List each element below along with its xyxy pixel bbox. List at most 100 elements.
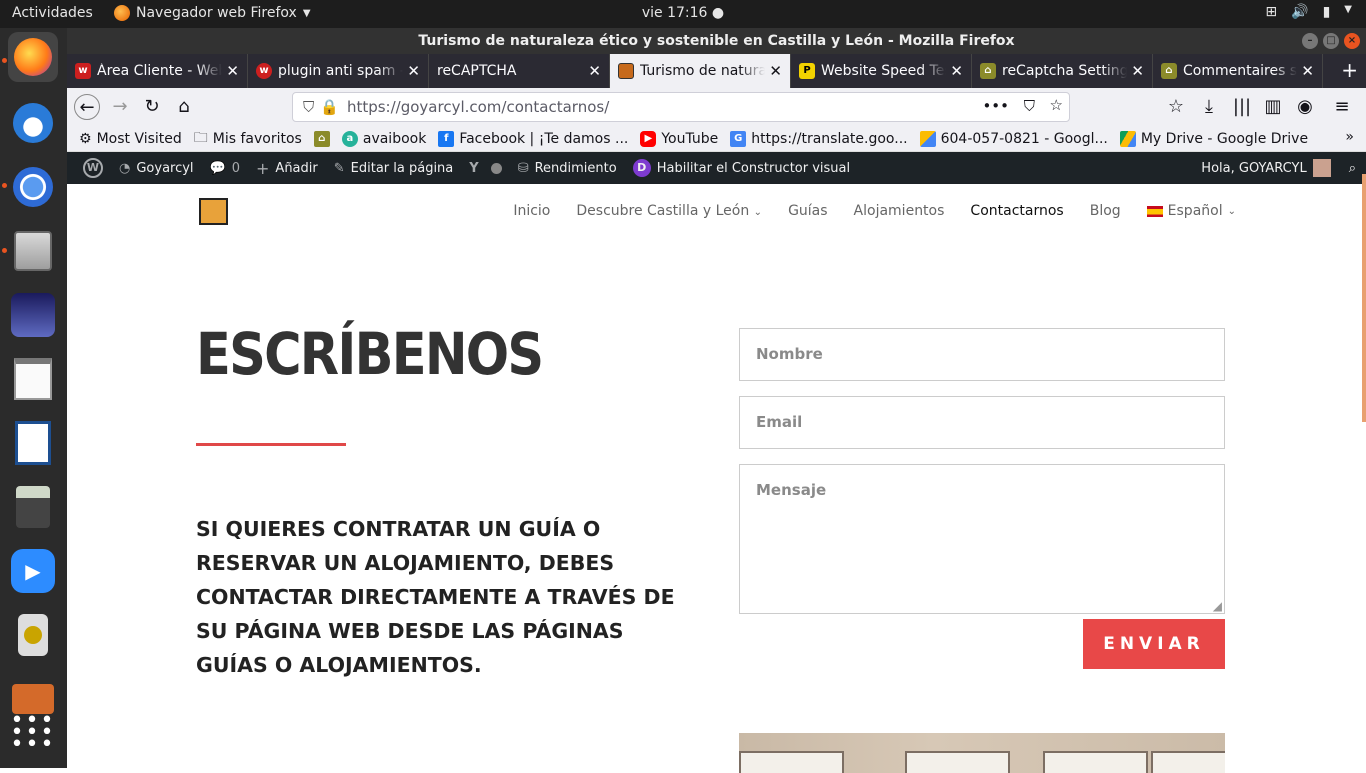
bookmark-star-icon[interactable]: ☆ — [1050, 96, 1063, 114]
bookmark-avaibook[interactable]: a avaibook — [341, 130, 426, 147]
wp-site-name[interactable]: ◔ Goyarcyl — [119, 161, 194, 176]
nav-inicio[interactable]: Inicio — [513, 203, 550, 219]
bookmark-translate[interactable]: Ghttps://translate.goo... — [730, 130, 908, 147]
wp-add-new[interactable]: + Añadir — [256, 159, 318, 178]
chromium-launcher[interactable] — [8, 162, 58, 212]
message-placeholder: Mensaje — [756, 481, 827, 499]
wp-edit-label: Editar la página — [350, 160, 454, 176]
wp-site-label: Goyarcyl — [136, 160, 194, 176]
wp-comments[interactable]: 💬 0 — [210, 161, 240, 176]
new-tab-button[interactable]: + — [1341, 58, 1358, 82]
account-icon[interactable]: ◉ — [1292, 94, 1318, 120]
writer-launcher[interactable] — [8, 418, 58, 468]
nav-alojamientos[interactable]: Alojamientos — [854, 203, 945, 219]
menu-icon[interactable]: ≡ — [1329, 94, 1355, 120]
notification-dot-icon: ● — [707, 5, 725, 21]
maximize-button[interactable]: □ — [1323, 33, 1339, 49]
library-icon[interactable]: ||| — [1229, 94, 1255, 120]
running-indicator — [2, 248, 7, 253]
file-cabinet-icon — [14, 231, 52, 271]
tab-label: reCAPTCHA — [437, 63, 517, 79]
system-tray[interactable]: ⊞ 🔊 ▮ ▼ — [1265, 4, 1352, 20]
url-bar[interactable]: ⛉ 🔒 https://goyarcyl.com/contactarnos/ •… — [292, 92, 1070, 122]
drive-icon — [1119, 130, 1136, 147]
close-window-button[interactable]: × — [1344, 33, 1360, 49]
activities-button[interactable]: Actividades — [12, 5, 93, 21]
files-launcher[interactable] — [8, 226, 58, 276]
page-content: ESCRÍBENOS SI QUIERES CONTRATAR UN GUÍA … — [67, 238, 1366, 773]
search-icon[interactable]: ⌕ — [1349, 161, 1356, 176]
home-button[interactable]: ⌂ — [171, 94, 197, 120]
firefox-launcher[interactable] — [8, 32, 58, 82]
zoom-launcher[interactable]: ▶ — [8, 546, 58, 596]
bookmark-mis-favoritos[interactable]: 🗀 Mis favoritos — [194, 127, 302, 151]
tab-area-cliente[interactable]: w Área Cliente - Web ✕ — [67, 54, 248, 88]
nav-contactarnos[interactable]: Contactarnos — [970, 203, 1063, 219]
wp-edit-page[interactable]: ✎ Editar la página — [334, 161, 454, 176]
calculator-launcher[interactable] — [8, 482, 58, 532]
spain-flag-icon — [1146, 205, 1163, 217]
bookmark-google-ads[interactable]: 604-057-0821 - Googl... — [919, 130, 1108, 147]
network-icon: ⊞ — [1265, 4, 1278, 20]
yoast-icon: Y — [469, 160, 479, 176]
clock[interactable]: vie 17:16 — [642, 5, 708, 21]
bookmark-facebook[interactable]: f Facebook | ¡Te damos ... — [438, 130, 628, 147]
bookmarks-star-icon[interactable]: ☆ — [1163, 94, 1189, 120]
page-actions-icon[interactable]: ••• — [982, 97, 1009, 115]
plus-icon: + — [256, 158, 270, 178]
tab-recaptcha[interactable]: reCAPTCHA ✕ — [429, 54, 610, 88]
site-logo[interactable] — [199, 198, 228, 225]
bookmark-youtube[interactable]: ▶ YouTube — [640, 130, 718, 147]
stellarium-launcher[interactable] — [8, 290, 58, 340]
submit-button[interactable]: ENVIAR — [1083, 619, 1225, 669]
downloads-icon[interactable]: ⤓ — [1196, 94, 1222, 120]
wp-account[interactable]: Hola, GOYARCYL — [1201, 159, 1331, 177]
close-tab-icon[interactable]: ✕ — [1301, 62, 1314, 80]
wp-divi-builder[interactable]: D Habilitar el Constructor visual — [632, 159, 850, 177]
bookmark-site[interactable]: ⌂ — [313, 130, 330, 147]
bookmark-label: https://translate.goo... — [751, 130, 908, 147]
forward-button[interactable]: → — [107, 94, 133, 120]
email-field[interactable]: Email — [739, 396, 1225, 449]
wp-logo-button[interactable]: W — [83, 158, 103, 178]
show-applications-button[interactable]: ••• ••• ••• — [8, 708, 58, 758]
pocket-icon[interactable]: ⛉ — [1024, 97, 1035, 115]
name-field[interactable]: Nombre — [739, 328, 1225, 381]
bookmark-most-visited[interactable]: ⚙ Most Visited — [79, 131, 182, 147]
tab-website-speed-test[interactable]: P Website Speed Test ✕ — [791, 54, 972, 88]
tab-turismo[interactable]: Turismo de naturaleza✕ — [610, 54, 791, 88]
nav-descubre[interactable]: Descubre Castilla y León ⌄ — [576, 203, 762, 219]
bookmark-label: 604-057-0821 - Googl... — [940, 130, 1108, 147]
message-field[interactable]: Mensaje ◢ — [739, 464, 1225, 614]
text-editor-launcher[interactable] — [8, 354, 58, 404]
scrollbar-thumb[interactable] — [1362, 174, 1366, 422]
close-tab-icon[interactable]: ✕ — [950, 62, 963, 80]
video-camera-icon: ▶ — [11, 549, 55, 593]
nav-blog[interactable]: Blog — [1090, 203, 1121, 219]
app-menu[interactable]: Navegador web Firefox ▼ — [114, 5, 311, 21]
photo-sign — [1043, 751, 1148, 773]
close-tab-icon[interactable]: ✕ — [1131, 62, 1144, 80]
close-tab-icon[interactable]: ✕ — [588, 62, 601, 80]
wp-yoast[interactable]: Y — [469, 160, 502, 176]
sidebar-icon[interactable]: ▥ — [1260, 94, 1286, 120]
bookmark-google-drive[interactable]: My Drive - Google Drive — [1119, 130, 1308, 147]
reload-button[interactable]: ↻ — [139, 94, 165, 120]
thunderbird-launcher[interactable] — [8, 98, 58, 148]
wp-performance[interactable]: ⛁ Rendimiento — [518, 161, 617, 176]
tab-commentaires[interactable]: ⌂ Commentaires sur✕ — [1153, 54, 1323, 88]
close-tab-icon[interactable]: ✕ — [407, 62, 420, 80]
tab-recaptcha-settings[interactable]: ⌂ reCaptcha Settings ✕ — [972, 54, 1153, 88]
tab-strip: w Área Cliente - Web ✕ w plugin anti spam -… — [67, 54, 1366, 88]
back-button[interactable]: ← — [74, 94, 100, 120]
resize-handle-icon[interactable]: ◢ — [1213, 599, 1222, 613]
speaker-launcher[interactable] — [8, 610, 58, 660]
more-bookmarks-icon[interactable]: » — [1345, 129, 1354, 145]
tab-plugin-anti-spam[interactable]: w plugin anti spam - ✕ — [248, 54, 429, 88]
minimize-button[interactable]: – — [1302, 33, 1318, 49]
nav-language[interactable]: Español ⌄ — [1146, 203, 1236, 219]
close-tab-icon[interactable]: ✕ — [769, 62, 782, 80]
nav-guias[interactable]: Guías — [788, 203, 827, 219]
folder-icon: 🗀 — [193, 129, 208, 146]
close-tab-icon[interactable]: ✕ — [226, 62, 239, 80]
